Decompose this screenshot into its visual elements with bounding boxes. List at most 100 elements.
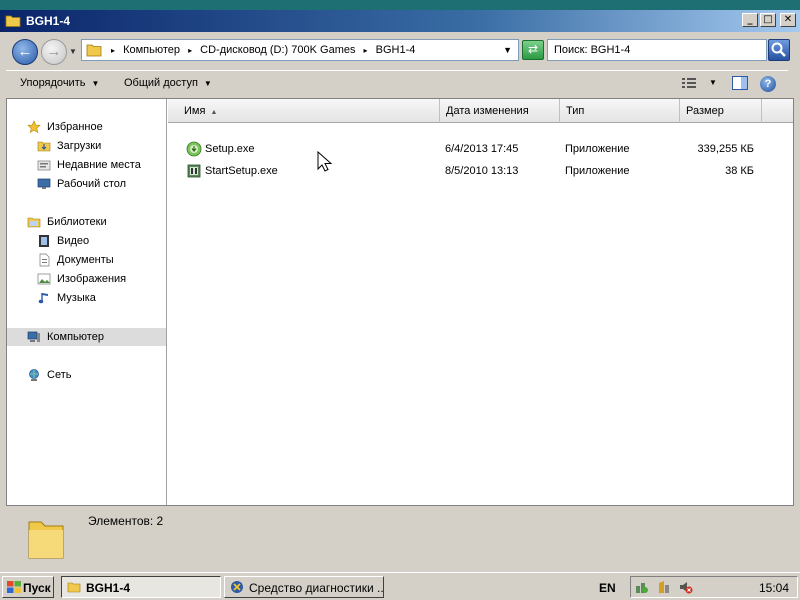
- file-type: Приложение: [565, 143, 630, 155]
- action-center-icon[interactable]: [657, 580, 671, 594]
- column-header-label: Имя: [184, 105, 206, 117]
- network-icon: [29, 369, 39, 381]
- folder-icon: [86, 44, 102, 57]
- chevron-down-icon: ▼: [203, 79, 212, 88]
- breadcrumb-cd-drive[interactable]: CD-дисковод (D:) 700K Games: [200, 44, 355, 56]
- volume-muted-icon[interactable]: [679, 580, 693, 594]
- caption-buttons: _ □ ✕: [742, 13, 796, 27]
- sidebar-item-network[interactable]: Сеть: [7, 366, 166, 384]
- sidebar-item-documents[interactable]: Документы: [7, 251, 166, 269]
- chevron-down-icon: ▼: [91, 79, 100, 88]
- sidebar-item-recent-places[interactable]: Недавние места: [7, 156, 166, 174]
- breadcrumb-separator-icon[interactable]: ▸: [364, 46, 368, 55]
- libraries-icon: [27, 217, 41, 228]
- content-area: Избранное Загрузки Недавние места Рабочи…: [6, 98, 794, 506]
- sidebar-item-label: Загрузки: [57, 140, 102, 152]
- documents-icon: [39, 253, 50, 267]
- file-date: 8/5/2010 13:13: [445, 165, 519, 177]
- navigation-pane: Избранное Загрузки Недавние места Рабочи…: [7, 99, 167, 505]
- sidebar-item-music[interactable]: Музыка: [7, 289, 166, 307]
- table-row[interactable]: Setup.exe 6/4/2013 17:45 Приложение 339,…: [168, 139, 793, 159]
- windows-logo-icon: [7, 581, 21, 593]
- breadcrumb-separator-icon[interactable]: ▸: [188, 46, 192, 55]
- breadcrumb-current-folder[interactable]: BGH1-4: [376, 44, 416, 56]
- table-row[interactable]: StartSetup.exe 8/5/2010 13:13 Приложение…: [168, 161, 793, 181]
- organize-label: Упорядочить: [20, 77, 86, 89]
- view-options-icon[interactable]: [682, 77, 696, 89]
- sidebar-item-label: Сеть: [47, 369, 72, 381]
- view-dropdown-icon[interactable]: ▼: [709, 78, 717, 87]
- recent-places-icon: [37, 160, 51, 171]
- star-icon: [27, 120, 41, 134]
- refresh-icon[interactable]: ⇄: [522, 40, 544, 60]
- organize-button[interactable]: Упорядочить ▼: [20, 77, 99, 89]
- back-arrow-icon[interactable]: ←: [12, 39, 38, 65]
- address-dropdown-icon[interactable]: ▼: [503, 45, 512, 55]
- file-date: 6/4/2013 17:45: [445, 143, 519, 155]
- close-button[interactable]: ✕: [780, 13, 796, 27]
- sidebar-item-label: Документы: [57, 254, 114, 266]
- file-list: Имя ▲ Дата изменения Тип Размер Setup.ex…: [168, 99, 793, 505]
- column-header-size[interactable]: Размер: [680, 99, 762, 123]
- share-label: Общий доступ: [124, 77, 198, 89]
- help-icon[interactable]: ?: [760, 76, 776, 92]
- breadcrumb-separator-icon[interactable]: ▸: [111, 46, 115, 55]
- sidebar-item-label: Компьютер: [47, 331, 104, 343]
- command-bar: Упорядочить ▼ Общий доступ ▼ ▼ ?: [6, 70, 788, 98]
- search-input[interactable]: Поиск: BGH1-4: [547, 39, 767, 61]
- sidebar-item-desktop[interactable]: Рабочий стол: [7, 175, 166, 193]
- sidebar-item-label: Библиотеки: [47, 216, 107, 228]
- share-button[interactable]: Общий доступ ▼: [124, 77, 212, 89]
- breadcrumb: ▸ Компьютер ▸ CD-дисковод (D:) 700K Game…: [106, 44, 415, 56]
- start-button[interactable]: Пуск: [2, 576, 54, 598]
- search-icon[interactable]: [768, 39, 790, 61]
- sidebar-item-label: Рабочий стол: [57, 178, 127, 190]
- music-icon: [38, 293, 48, 304]
- sidebar-item-label: Видео: [57, 235, 90, 247]
- column-header-row: Имя ▲ Дата изменения Тип Размер: [168, 99, 793, 123]
- video-icon: [39, 235, 49, 247]
- address-bar[interactable]: ▸ Компьютер ▸ CD-дисковод (D:) 700K Game…: [81, 39, 519, 61]
- recent-pages-dropdown-icon[interactable]: ▼: [69, 47, 77, 56]
- folder-icon: [67, 582, 81, 593]
- title-bar[interactable]: BGH1-4 _ □ ✕: [0, 10, 800, 32]
- items-count: Элементов: 2: [88, 514, 164, 528]
- diagnostics-icon: [231, 581, 243, 593]
- window-title: BGH1-4: [26, 14, 71, 28]
- sort-ascending-icon: ▲: [210, 109, 218, 116]
- mouse-cursor-icon: [317, 151, 333, 172]
- sidebar-item-pictures[interactable]: Изображения: [7, 270, 166, 288]
- taskbar-item-label: Средство диагностики ...: [249, 581, 384, 595]
- sidebar-item-libraries[interactable]: Библиотеки: [7, 213, 166, 231]
- file-type: Приложение: [565, 165, 630, 177]
- pictures-icon: [37, 273, 51, 285]
- computer-icon: [27, 331, 40, 342]
- preview-pane-icon[interactable]: [732, 76, 748, 90]
- language-indicator[interactable]: EN: [599, 581, 616, 595]
- taskbar-item-diagnostics[interactable]: Средство диагностики ...: [224, 576, 384, 598]
- column-header-label: Размер: [686, 105, 724, 117]
- clock[interactable]: 15:04: [759, 581, 789, 595]
- explorer-window: BGH1-4 _ □ ✕ ← → ▼ ▸ Компьютер ▸ CD-диск…: [0, 10, 800, 572]
- startsetup-exe-icon: [187, 164, 201, 178]
- sidebar-item-label: Избранное: [47, 121, 103, 133]
- file-size: 38 КБ: [725, 165, 754, 177]
- sidebar-item-label: Музыка: [57, 292, 96, 304]
- column-header-date[interactable]: Дата изменения: [440, 99, 560, 123]
- taskbar-item-label: BGH1-4: [86, 581, 131, 595]
- folder-icon: [28, 521, 64, 559]
- forward-arrow-icon[interactable]: →: [41, 39, 67, 65]
- maximize-button[interactable]: □: [760, 13, 776, 27]
- taskbar: Пуск BGH1-4 Средство диагностики ... EN …: [0, 572, 800, 600]
- column-header-name[interactable]: Имя ▲: [178, 99, 440, 123]
- sidebar-item-video[interactable]: Видео: [7, 232, 166, 250]
- column-header-type[interactable]: Тип: [560, 99, 680, 123]
- minimize-button[interactable]: _: [742, 13, 758, 27]
- sidebar-item-favorites[interactable]: Избранное: [7, 118, 166, 136]
- sidebar-item-downloads[interactable]: Загрузки: [7, 137, 166, 155]
- breadcrumb-computer[interactable]: Компьютер: [123, 44, 180, 56]
- network-status-icon[interactable]: [635, 580, 649, 594]
- sidebar-item-computer[interactable]: Компьютер: [7, 328, 166, 346]
- taskbar-item-explorer[interactable]: BGH1-4: [61, 576, 221, 598]
- sidebar-item-label: Недавние места: [57, 159, 141, 171]
